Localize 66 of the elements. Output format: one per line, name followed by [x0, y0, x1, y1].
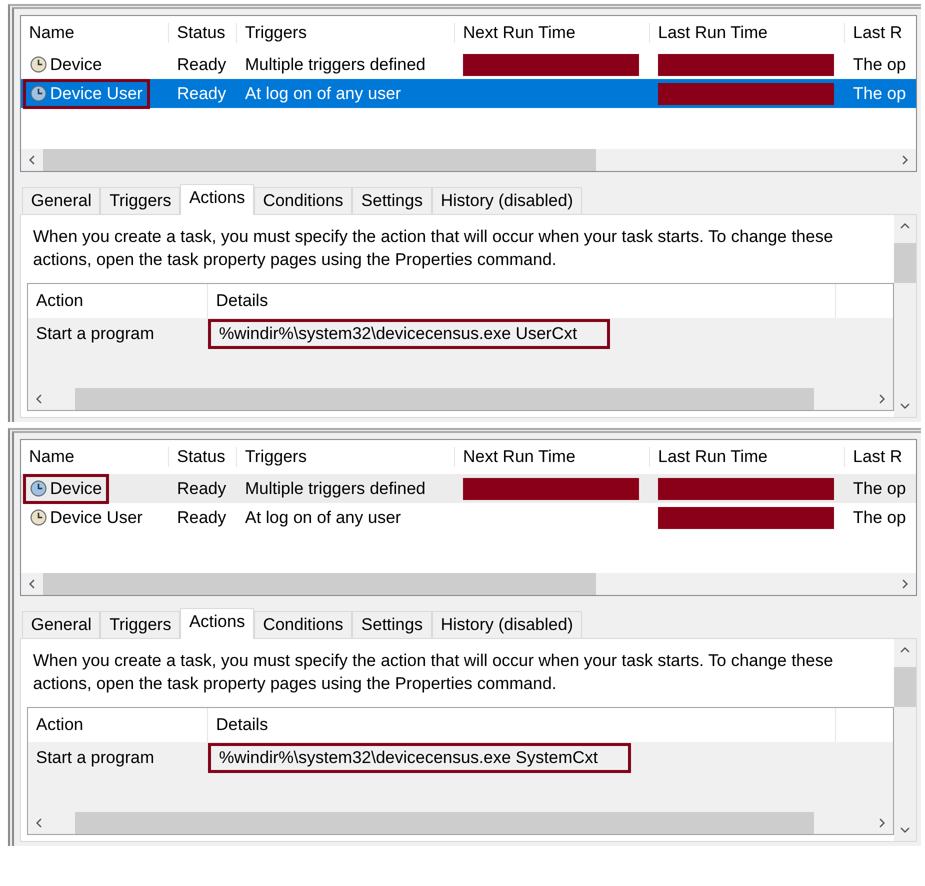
horizontal-scrollbar[interactable]: [21, 573, 916, 595]
task-row[interactable]: Device User Ready At log on of any user The op: [21, 503, 916, 532]
task-name: Device User: [50, 508, 143, 528]
column-header[interactable]: Triggers: [237, 447, 455, 467]
task-last-result: The op: [852, 478, 905, 500]
column-header[interactable]: Details: [208, 284, 836, 318]
task-row[interactable]: Device Ready Multiple triggers defined The op: [21, 50, 916, 79]
column-header[interactable]: Next Run Time: [455, 23, 650, 43]
clock-icon: [30, 85, 47, 102]
description-text: When you create a task, you must specify the action that will occur when your task starts. To change these actions, open the task property pages using the Properties command.: [33, 650, 834, 695]
vertical-scrollbar[interactable]: [894, 215, 916, 417]
clock-icon: [30, 56, 47, 73]
task-last-result: The op: [852, 54, 905, 76]
tab[interactable]: Conditions: [254, 611, 352, 638]
task-status: Ready: [176, 82, 228, 104]
task-status: Ready: [176, 54, 228, 76]
task-status: Ready: [176, 506, 228, 528]
tab[interactable]: General: [22, 611, 100, 638]
clock-icon: [30, 509, 47, 526]
task-last-result: The op: [852, 506, 905, 528]
column-header[interactable]: Triggers: [237, 23, 455, 43]
tab[interactable]: General: [22, 187, 100, 214]
column-header[interactable]: Last Run Time: [650, 23, 845, 43]
details-cell: %windir%\system32\devicecensus.exe UserCxt: [208, 319, 610, 349]
description-text: When you create a task, you must specify the action that will occur when your task starts. To change these actions, open the task property pages using the Properties command.: [33, 226, 834, 271]
task-status: Ready: [176, 478, 228, 500]
task-name: Device User: [50, 84, 143, 104]
task-triggers: At log on of any user: [244, 82, 402, 104]
task-name: Device: [50, 54, 102, 74]
clock-icon: [30, 480, 47, 497]
column-header[interactable]: Status: [169, 447, 237, 467]
column-header[interactable]: Next Run Time: [455, 447, 650, 467]
scrollbar-thumb[interactable]: [43, 149, 596, 171]
column-header[interactable]: Name: [21, 447, 169, 467]
column-header[interactable]: Name: [21, 23, 169, 43]
scrollbar-thumb[interactable]: [894, 243, 916, 283]
column-header[interactable]: Details: [208, 708, 836, 742]
tab[interactable]: Actions: [180, 608, 254, 639]
column-header[interactable]: Action: [28, 708, 208, 742]
column-header[interactable]: Last Run Time: [650, 447, 845, 467]
tab[interactable]: History (disabled): [432, 611, 582, 638]
vertical-scrollbar[interactable]: [894, 639, 916, 841]
task-last-result: The op: [852, 82, 905, 104]
tab[interactable]: Settings: [352, 187, 432, 214]
task-triggers: Multiple triggers defined: [244, 54, 426, 76]
task-triggers: At log on of any user: [244, 506, 402, 528]
task-row[interactable]: Device Ready Multiple triggers defined The op: [21, 474, 916, 503]
horizontal-scrollbar[interactable]: [21, 149, 916, 171]
tab[interactable]: Triggers: [100, 611, 180, 638]
task-row[interactable]: Device User Ready At log on of any user The op: [21, 79, 916, 108]
action-cell-text: Start a program: [35, 748, 156, 768]
scrollbar-thumb[interactable]: [894, 667, 916, 707]
task-triggers: Multiple triggers defined: [244, 478, 426, 500]
tab[interactable]: Settings: [352, 611, 432, 638]
tab[interactable]: History (disabled): [432, 187, 582, 214]
tab[interactable]: Actions: [180, 184, 254, 215]
details-cell: %windir%\system32\devicecensus.exe SystemCxt: [208, 743, 631, 773]
action-cell-text: Start a program: [35, 324, 156, 344]
column-header[interactable]: Status: [169, 23, 237, 43]
scrollbar-thumb[interactable]: [43, 573, 596, 595]
tab[interactable]: Conditions: [254, 187, 352, 214]
tab[interactable]: Triggers: [100, 187, 180, 214]
column-header[interactable]: Last R: [845, 447, 905, 467]
task-name: Device: [50, 478, 102, 498]
column-header[interactable]: Last R: [845, 23, 905, 43]
column-header[interactable]: Action: [28, 284, 208, 318]
